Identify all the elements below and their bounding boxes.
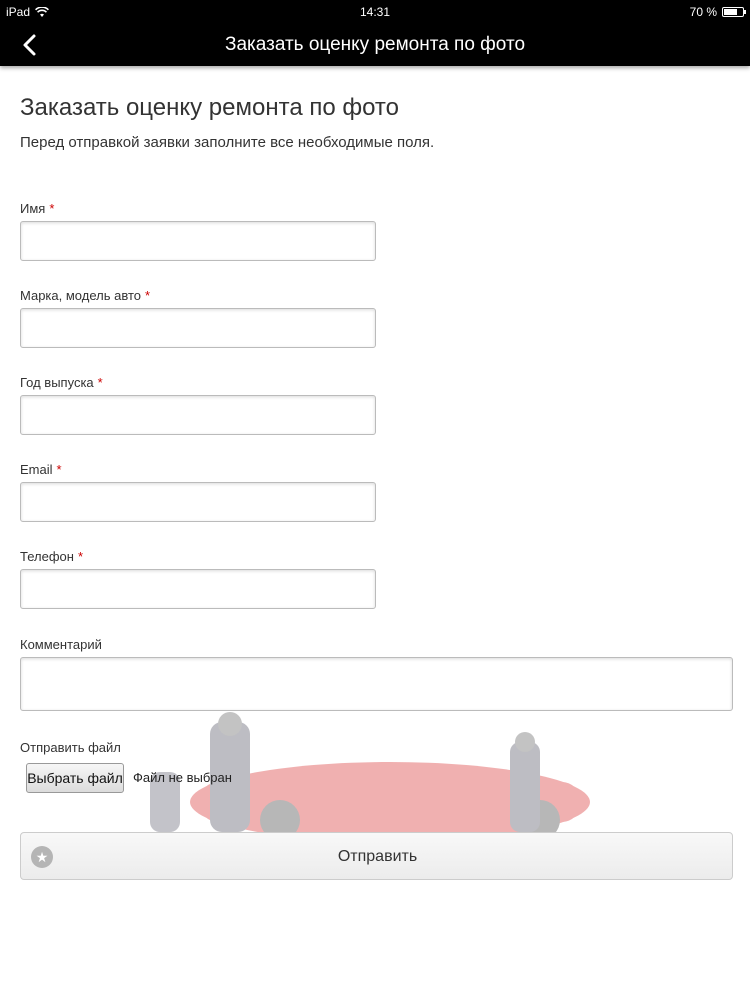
year-label: Год выпуска: [20, 375, 94, 390]
file-label: Отправить файл: [20, 740, 121, 755]
car-model-input[interactable]: [20, 308, 376, 348]
required-mark: *: [145, 288, 151, 303]
page-title: Заказать оценку ремонта по фото: [20, 94, 399, 121]
name-field: Имя *: [20, 201, 376, 261]
year-input[interactable]: [20, 395, 376, 435]
name-input[interactable]: [20, 221, 376, 261]
required-mark: *: [77, 549, 83, 564]
comment-field: Комментарий: [20, 637, 733, 711]
car-model-label: Марка, модель авто: [20, 288, 141, 303]
phone-label: Телефон: [20, 549, 74, 564]
submit-label: Отправить: [337, 848, 418, 865]
clock: 14:31: [359, 5, 391, 19]
choose-file-button[interactable]: Выбрать файл: [26, 763, 124, 793]
email-input[interactable]: [20, 482, 376, 522]
battery-percent: 70 %: [689, 5, 717, 19]
battery-icon: [722, 7, 746, 17]
navbar-title: Заказать оценку ремонта по фото: [224, 34, 526, 55]
status-bar: iPad 14:31 70 %: [0, 0, 750, 24]
required-mark: *: [49, 201, 55, 216]
required-mark: *: [56, 462, 62, 477]
submit-button[interactable]: ★ Отправить: [20, 832, 733, 880]
form-header: Заказать оценку ремонта по фото Перед от…: [20, 90, 734, 151]
email-field: Email *: [20, 462, 376, 522]
comment-label: Комментарий: [20, 637, 102, 652]
phone-field: Телефон *: [20, 549, 376, 609]
page-subtitle: Перед отправкой заявки заполните все нео…: [20, 134, 435, 151]
comment-textarea[interactable]: [20, 657, 733, 711]
file-upload: Отправить файл Выбрать файл Файл не выбр…: [20, 740, 232, 793]
phone-input[interactable]: [20, 569, 376, 609]
navigation-bar: Заказать оценку ремонта по фото: [0, 24, 750, 66]
required-mark: *: [97, 375, 103, 390]
email-label: Email: [20, 462, 53, 477]
file-status: Файл не выбран: [133, 770, 232, 785]
name-label: Имя: [20, 201, 46, 216]
car-model-field: Марка, модель авто *: [20, 288, 376, 348]
year-field: Год выпуска *: [20, 375, 376, 435]
